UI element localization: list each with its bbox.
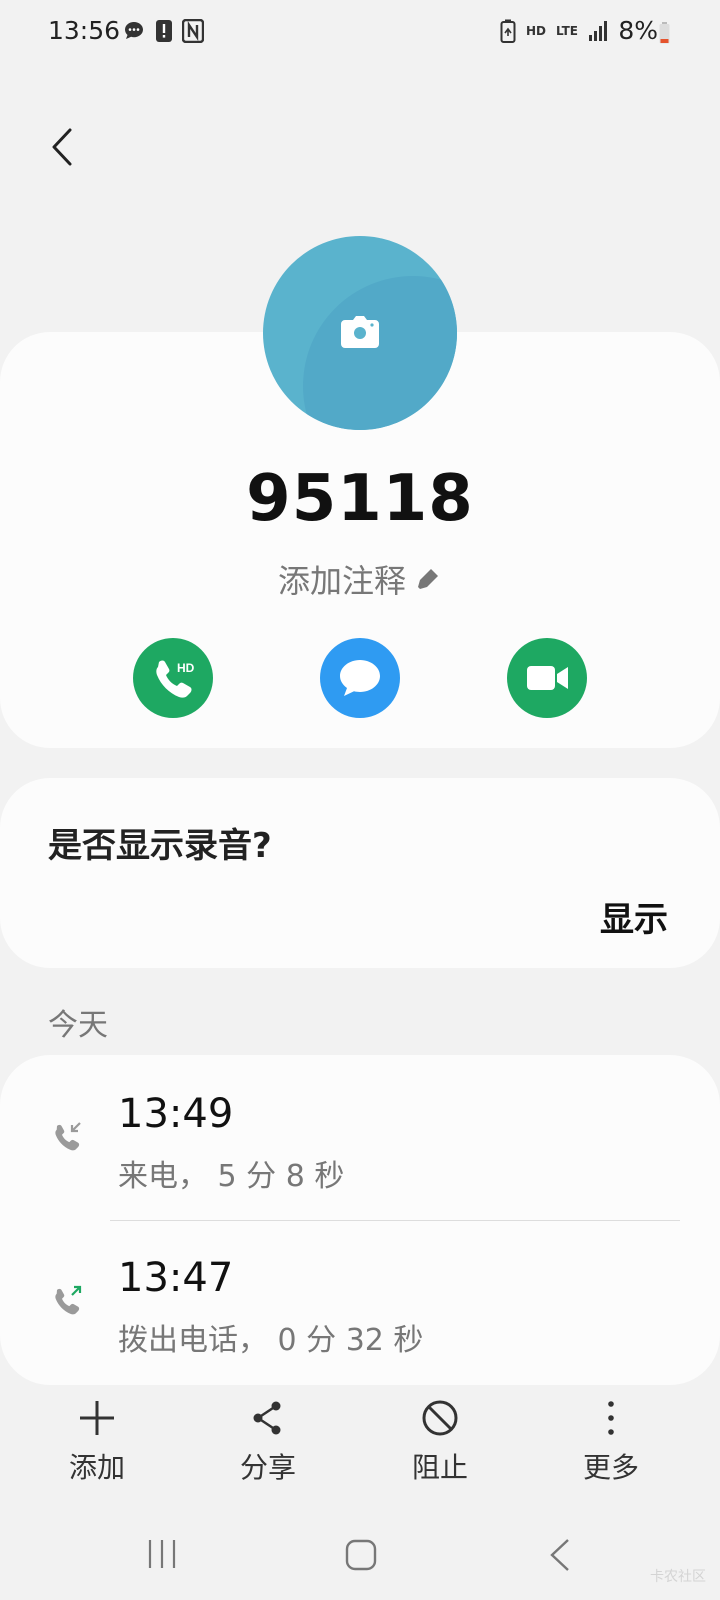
more-button[interactable]: 更多 (551, 1398, 671, 1486)
call-time: 13:47 (118, 1255, 234, 1301)
watermark: 卡农社区 (650, 1569, 706, 1585)
phone-number: 95118 (246, 462, 474, 536)
share-icon (253, 1401, 281, 1435)
status-bar: 13:56 HD LTE 8% (0, 0, 720, 66)
recording-prompt-card: 是否显示录音? 显示 (0, 778, 720, 968)
call-detail: 来电， 5 分 8 秒 (118, 1159, 345, 1194)
section-label-today: 今天 (48, 1008, 108, 1043)
block-label: 阻止 (411, 1451, 468, 1484)
nfc-icon (182, 19, 204, 43)
video-call-button[interactable] (507, 638, 587, 718)
message-bubble-icon (340, 660, 380, 696)
message-button[interactable] (320, 638, 400, 718)
incoming-call-icon (55, 1122, 81, 1151)
hd-call-button[interactable]: HD (133, 638, 213, 718)
more-label: 更多 (582, 1451, 639, 1484)
share-button[interactable]: 分享 (208, 1398, 328, 1486)
call-history-card: 13:49 来电， 5 分 8 秒 13:47 拨出电话， 0 分 32 秒 (0, 1055, 720, 1385)
call-log-row-2[interactable]: 13:47 拨出电话， 0 分 32 秒 (0, 1219, 720, 1385)
call-detail: 拨出电话， 0 分 32 秒 (118, 1323, 424, 1358)
bottom-action-bar: 添加 分享 阻止 更多 (0, 1398, 720, 1508)
block-icon (422, 1400, 458, 1436)
avatar[interactable] (263, 236, 457, 430)
home-icon[interactable] (344, 1538, 378, 1572)
status-time: 13:56 (48, 16, 121, 45)
add-button[interactable]: 添加 (37, 1398, 157, 1486)
hd-voice-icon: HD (525, 24, 546, 38)
chat-bubble-icon (125, 22, 143, 39)
back-button[interactable] (44, 124, 84, 170)
block-button[interactable]: 阻止 (380, 1398, 500, 1486)
add-label: 添加 (68, 1451, 125, 1484)
add-note-button[interactable]: 添加注释 (0, 556, 720, 602)
more-vertical-icon (608, 1401, 614, 1435)
pencil-icon (418, 569, 438, 589)
nav-back-icon[interactable] (548, 1538, 572, 1572)
signal-icon (589, 21, 607, 41)
svg-text:HD: HD (177, 661, 195, 675)
status-right-icons: HD LTE (500, 19, 608, 43)
video-camera-icon (527, 666, 568, 690)
lte-icon: LTE (555, 24, 578, 38)
status-left-icons (122, 19, 204, 43)
battery-percent: 8% (618, 16, 658, 45)
recording-question: 是否显示录音? (48, 826, 272, 866)
call-log-row-1[interactable]: 13:49 来电， 5 分 8 秒 (0, 1055, 720, 1221)
alert-icon (156, 20, 172, 42)
outgoing-call-icon (55, 1285, 82, 1315)
plus-icon (80, 1401, 114, 1435)
share-label: 分享 (239, 1451, 296, 1484)
show-recordings-button[interactable]: 显示 (600, 892, 668, 941)
recent-apps-icon[interactable] (146, 1538, 178, 1570)
call-time: 13:49 (118, 1091, 234, 1137)
chevron-left-icon (52, 128, 72, 166)
battery-saver-icon (500, 19, 516, 43)
camera-icon (341, 316, 379, 348)
add-note-label: 添加注释 (277, 562, 406, 600)
battery-icon (659, 22, 670, 44)
system-nav-bar (0, 1520, 720, 1590)
phone-hd-icon: HD (156, 660, 195, 698)
